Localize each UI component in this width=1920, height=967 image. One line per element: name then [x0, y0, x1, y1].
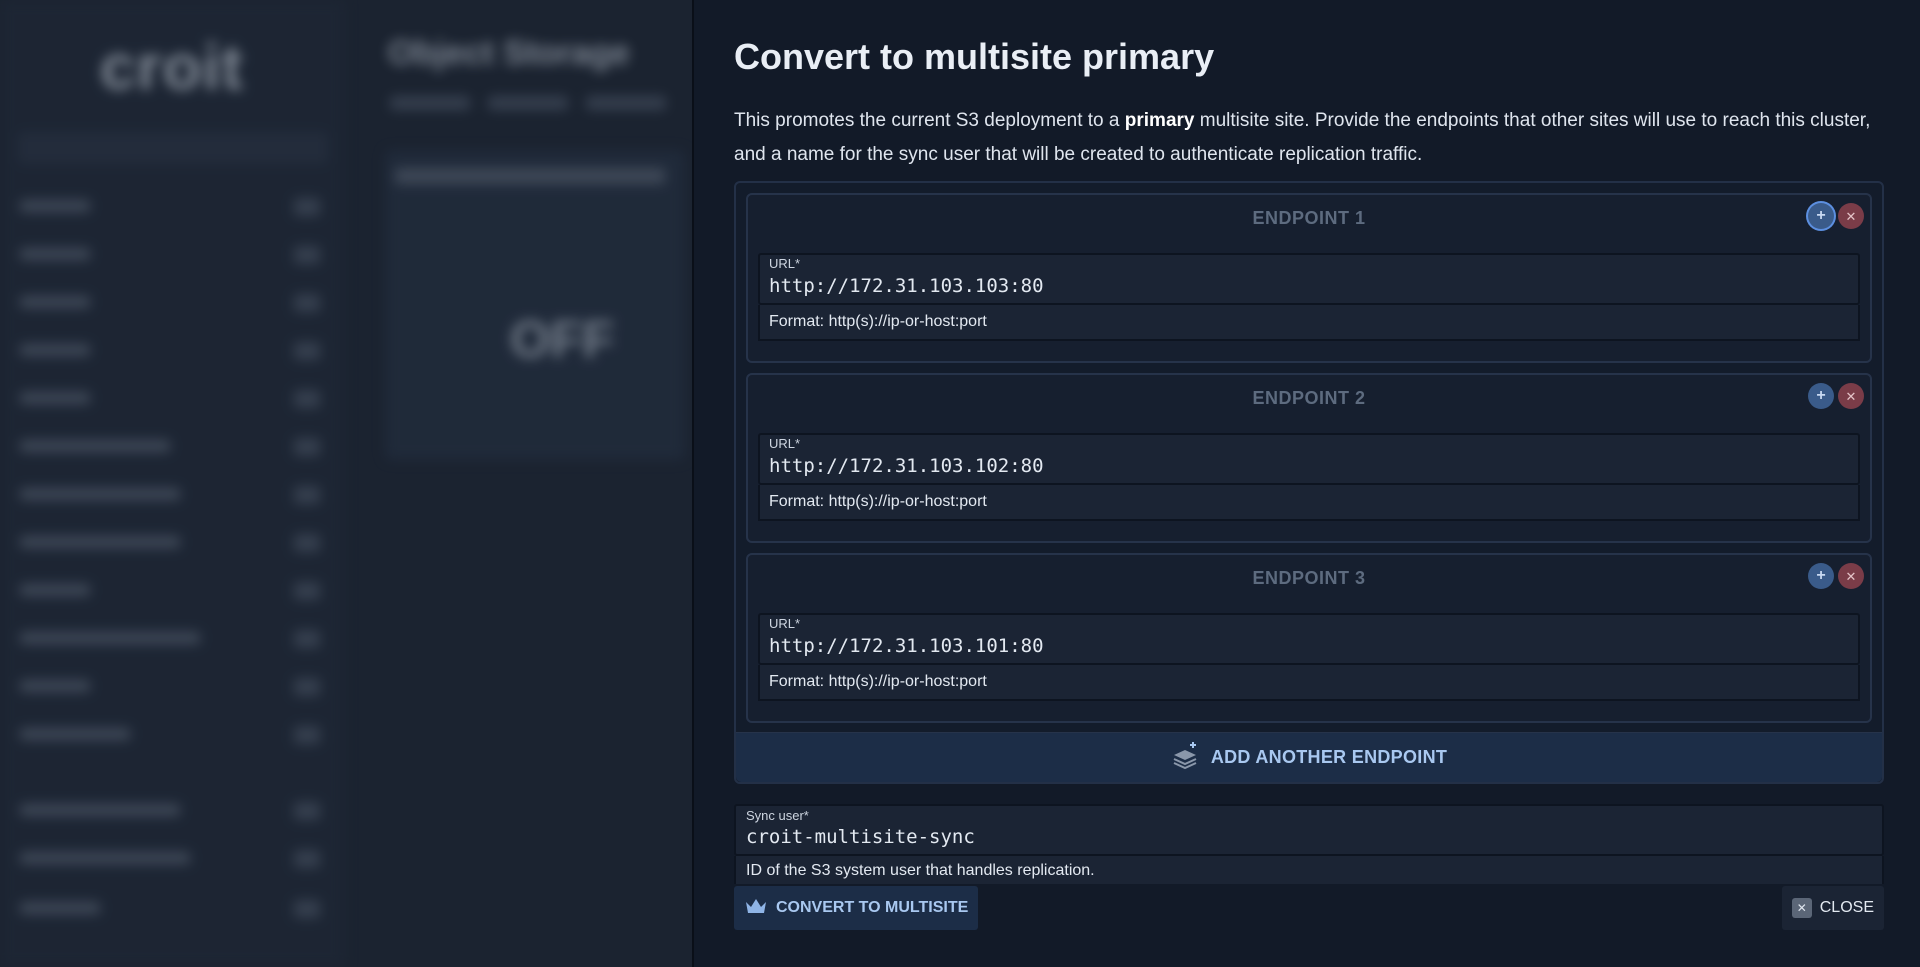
url-label: URL*	[769, 436, 801, 451]
plus-icon[interactable]: +	[1808, 383, 1834, 409]
close-icon[interactable]: ✕	[1838, 563, 1864, 589]
endpoint-card-3: ENDPOINT 3 + ✕ URL* http://172.31.103.10…	[746, 553, 1872, 723]
sidebar: croit	[0, 0, 345, 967]
endpoint-card-1: ENDPOINT 1 + ✕ URL* http://172.31.103.10…	[746, 193, 1872, 363]
sidebar-item	[20, 484, 320, 506]
add-endpoint-button[interactable]: ADD ANOTHER ENDPOINT	[736, 732, 1882, 782]
close-label: CLOSE	[1819, 899, 1874, 916]
add-endpoint-label: ADD ANOTHER ENDPOINT	[1210, 747, 1448, 767]
url-hint: Format: http(s)://ip-or-host:port	[758, 665, 1860, 701]
url-label: URL*	[769, 256, 801, 271]
sidebar-item	[20, 676, 320, 698]
sidebar-item	[20, 244, 320, 266]
convert-label: CONVERT TO MULTISITE	[776, 899, 969, 916]
url-input[interactable]: URL* http://172.31.103.103:80	[758, 253, 1860, 305]
endpoint-heading: ENDPOINT 1	[1252, 208, 1366, 228]
plus-icon[interactable]: +	[1808, 563, 1834, 589]
endpoint-heading: ENDPOINT 2	[1252, 388, 1366, 408]
status-value: OFF	[510, 311, 614, 369]
logo: croit	[100, 31, 244, 103]
dialog-footer: CONVERT TO MULTISITE ✕ CLOSE	[694, 884, 1920, 967]
convert-multisite-panel: Convert to multisite primary This promot…	[692, 0, 1920, 967]
url-hint: Format: http(s)://ip-or-host:port	[758, 305, 1860, 341]
sidebar-item	[20, 532, 320, 554]
plus-icon[interactable]: +	[1808, 203, 1834, 229]
sidebar-item	[20, 628, 320, 650]
url-value[interactable]: http://172.31.103.102:80	[769, 455, 1044, 477]
close-icon[interactable]: ✕	[1838, 203, 1864, 229]
sidebar-item	[20, 292, 320, 314]
sidebar-item	[20, 724, 320, 746]
url-hint: Format: http(s)://ip-or-host:port	[758, 485, 1860, 521]
sidebar-item	[20, 436, 320, 458]
close-icon: ✕	[1791, 898, 1812, 918]
sidebar-item	[20, 898, 320, 920]
url-value[interactable]: http://172.31.103.101:80	[769, 635, 1044, 657]
crown-icon	[744, 896, 768, 921]
sync-user-label: Sync user*	[746, 808, 809, 823]
endpoints-list: ENDPOINT 1 + ✕ URL* http://172.31.103.10…	[734, 181, 1884, 784]
status-card: OFF	[385, 150, 685, 460]
url-label: URL*	[769, 616, 801, 631]
page-tabs	[390, 96, 690, 116]
endpoint-card-2: ENDPOINT 2 + ✕ URL* http://172.31.103.10…	[746, 373, 1872, 543]
convert-to-multisite-button[interactable]: CONVERT TO MULTISITE	[734, 886, 979, 930]
close-icon[interactable]: ✕	[1838, 383, 1864, 409]
url-input[interactable]: URL* http://172.31.103.102:80	[758, 433, 1860, 485]
url-value[interactable]: http://172.31.103.103:80	[769, 275, 1044, 297]
sidebar-item	[20, 848, 320, 870]
sidebar-item	[20, 340, 320, 362]
sidebar-item	[20, 196, 320, 218]
dialog-description: This promotes the current S3 deployment …	[734, 110, 1871, 165]
url-input[interactable]: URL* http://172.31.103.101:80	[758, 613, 1860, 665]
close-button[interactable]: ✕ CLOSE	[1781, 886, 1884, 930]
sync-user-hint: ID of the S3 system user that handles re…	[734, 856, 1884, 886]
dialog-title: Convert to multisite primary	[734, 36, 1215, 77]
sidebar-search	[18, 132, 328, 164]
sync-user-input[interactable]: Sync user* croit-multisite-sync	[734, 804, 1884, 856]
sidebar-item	[20, 800, 320, 822]
sync-user-value[interactable]: croit-multisite-sync	[746, 826, 975, 848]
endpoint-heading: ENDPOINT 3	[1252, 568, 1366, 588]
sidebar-item	[20, 388, 320, 410]
page-title: Object Storage	[388, 34, 630, 72]
sidebar-item	[20, 580, 320, 602]
layers-plus-icon	[1171, 740, 1201, 775]
